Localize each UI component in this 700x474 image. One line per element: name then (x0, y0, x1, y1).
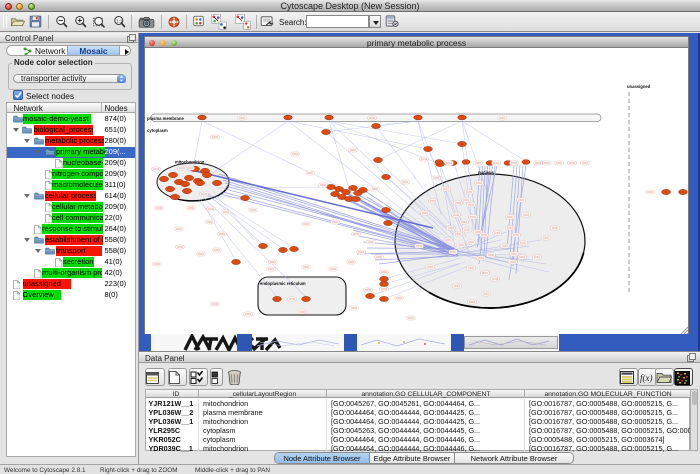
svg-text:cytoplasm: cytoplasm (147, 128, 168, 133)
svg-text:mitochondrion: mitochondrion (175, 160, 205, 165)
svg-text:endoplasmic reticulum: endoplasmic reticulum (260, 281, 306, 286)
svg-text:unassigned: unassigned (627, 84, 651, 89)
svg-text:1:1: 1:1 (116, 18, 123, 23)
svg-text:nucleus: nucleus (478, 170, 494, 175)
svg-text:plasma membrane: plasma membrane (147, 116, 184, 121)
svg-text:f(x): f(x) (640, 373, 653, 383)
